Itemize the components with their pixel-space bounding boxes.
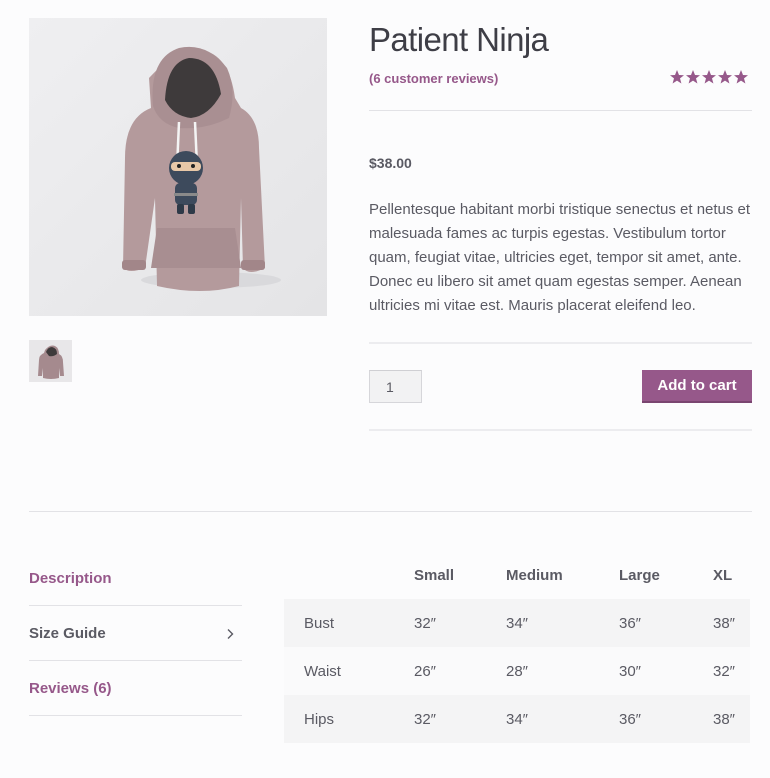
- table-cell: Waist: [304, 662, 341, 680]
- section-divider: [29, 511, 752, 512]
- divider: [369, 342, 752, 344]
- customer-reviews-link[interactable]: (6 customer reviews): [369, 71, 498, 86]
- table-header-row: Small Medium Large XL: [284, 551, 750, 599]
- table-row: Waist 26″ 28″ 30″ 32″: [284, 647, 750, 695]
- tab-size-guide[interactable]: Size Guide: [29, 606, 242, 661]
- table-cell: Bust: [304, 614, 335, 632]
- table-header: [284, 551, 414, 599]
- table-header: XL: [713, 566, 733, 584]
- tab-description[interactable]: Description: [29, 551, 242, 606]
- table-cell: 32″: [713, 662, 735, 680]
- table-cell: 28″: [506, 662, 528, 680]
- hoodie-image: [29, 18, 327, 316]
- table-cell: 36″: [619, 614, 641, 632]
- table-row: Bust 32″ 34″ 36″ 38″: [284, 599, 750, 647]
- tab-divider: [29, 715, 242, 716]
- table-cell: 36″: [619, 710, 641, 728]
- divider: [369, 429, 752, 431]
- star-icon: [702, 70, 716, 84]
- tab-reviews[interactable]: Reviews (6): [29, 661, 242, 716]
- product-main-image[interactable]: [29, 18, 327, 316]
- table-cell: 38″: [713, 710, 735, 728]
- table-cell: 38″: [713, 614, 735, 632]
- table-cell: 26″: [414, 662, 436, 680]
- divider: [369, 110, 752, 111]
- tab-label: Description: [29, 570, 112, 587]
- table-cell: Hips: [304, 710, 335, 728]
- quantity-input[interactable]: [369, 370, 422, 403]
- table-cell: 32″: [414, 614, 436, 632]
- star-rating: [669, 69, 749, 85]
- product-price: $38.00: [369, 155, 412, 171]
- table-cell: 34″: [506, 710, 528, 728]
- chevron-right-icon: [227, 628, 234, 639]
- table-cell: 32″: [414, 710, 436, 728]
- product-title: Patient Ninja: [369, 21, 549, 58]
- hoodie-thumbnail-image: [29, 340, 72, 382]
- product-thumbnail[interactable]: [29, 340, 72, 382]
- product-description: Pellentesque habitant morbi tristique se…: [369, 201, 751, 314]
- table-header: Large: [619, 566, 660, 584]
- size-guide-table: Small Medium Large XL Bust 32″ 34″ 36″ 3…: [284, 551, 750, 743]
- table-header: Medium: [506, 566, 563, 584]
- table-row: Hips 32″ 34″ 36″ 38″: [284, 695, 750, 743]
- star-icon: [670, 70, 684, 84]
- tab-label: Reviews (6): [29, 680, 112, 697]
- star-icon: [686, 70, 700, 84]
- star-icon: [718, 70, 732, 84]
- tab-label: Size Guide: [29, 625, 106, 642]
- table-header: Small: [414, 566, 455, 584]
- add-to-cart-button[interactable]: Add to cart: [642, 370, 752, 403]
- star-icon: [734, 70, 748, 84]
- table-cell: 30″: [619, 662, 641, 680]
- table-cell: 34″: [506, 614, 528, 632]
